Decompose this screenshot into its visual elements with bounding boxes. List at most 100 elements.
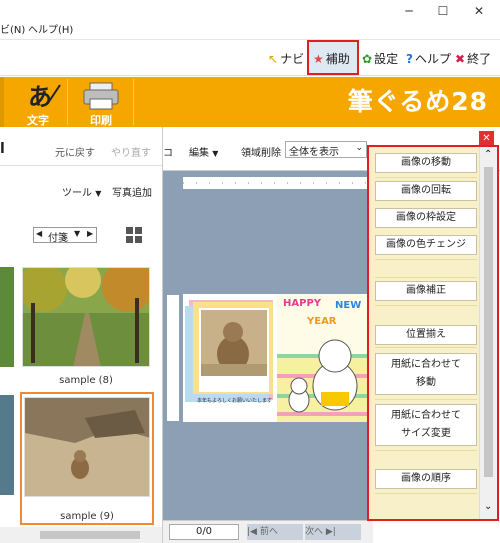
sticky-label: 付箋 [48, 233, 68, 244]
toolbar-divider [67, 79, 68, 125]
menu-item-help[interactable]: ヘルプ(H) [28, 22, 73, 40]
divider [0, 165, 162, 166]
fit-to-paper-resize-button[interactable]: 用紙に合わせて サイズ変更 [375, 404, 477, 446]
hojo-button[interactable]: ★ 補助 [313, 47, 350, 71]
sticky-filter[interactable]: ◀ 付箋 ▼ ▶ [33, 227, 97, 244]
navi-label: ナビ [280, 52, 305, 66]
insatsu-label: 印刷 [90, 114, 112, 127]
undo-button[interactable]: 元に戻す [55, 144, 95, 159]
help-button[interactable]: ? ヘルプ [406, 47, 451, 71]
prev-page-button[interactable]: |◀ 前へ [247, 524, 303, 540]
photo-image [23, 268, 149, 366]
vertical-scrollbar[interactable]: ⌃ ⌄ [479, 147, 497, 519]
photo-image [25, 398, 149, 496]
dropdown-arrow-icon[interactable]: ▼ [74, 229, 80, 238]
separator [375, 177, 477, 178]
separator [375, 305, 477, 306]
hojo-label: 補助 [325, 52, 350, 66]
scrollbar-thumb[interactable] [484, 167, 493, 477]
photo-caption: sample (8) [59, 375, 113, 386]
fit-move-line1: 用紙に合わせて [391, 359, 461, 370]
star-icon: ★ [313, 52, 324, 66]
next-page-button[interactable]: 次へ ▶| [305, 524, 361, 540]
navi-button[interactable]: ↖ ナビ [268, 47, 304, 71]
fit-resize-line1: 用紙に合わせて [391, 410, 461, 421]
dropdown-arrow-icon: ▼ [95, 189, 102, 198]
question-icon: ? [406, 52, 413, 66]
panel-close-icon[interactable]: ✕ [479, 131, 494, 146]
photo-thumbnail[interactable] [22, 267, 150, 367]
dropdown-arrow-icon: ▼ [212, 149, 219, 158]
menu-item-navi[interactable]: ビ(N) [0, 22, 25, 40]
separator [375, 450, 477, 451]
settei-button[interactable]: ✿ 設定 [362, 47, 398, 71]
settei-label: 設定 [374, 52, 399, 66]
separator [375, 277, 477, 278]
ruler-ticks [183, 182, 371, 184]
grid-view-icon[interactable] [126, 227, 143, 244]
cursor-icon: ↖ [268, 52, 279, 66]
image-rotate-button[interactable]: 画像の回転 [375, 181, 477, 201]
add-photo-button[interactable]: 写真追加 [112, 184, 152, 199]
image-order-button[interactable]: 画像の順序 [375, 469, 477, 489]
editing-canvas[interactable]: 本年もよろしくお願いいたします HAPPY NEW YEAR [163, 171, 371, 520]
area-delete-button[interactable]: 領域削除 [241, 144, 281, 159]
insatsu-tool-button[interactable]: 印刷 [73, 77, 129, 127]
maximize-button[interactable]: ☐ [426, 0, 460, 22]
exit-button[interactable]: ✖ 終了 [455, 47, 491, 71]
photo-panel: l 元に戻す やり直す ツール ▼ 写真追加 ◀ 付箋 ▼ ▶ sample (… [0, 127, 163, 543]
edit-menu[interactable]: 編集 ▼ [189, 144, 218, 159]
first-page-icon: |◀ [247, 527, 257, 537]
card-new-text: NEW [335, 300, 362, 311]
app-logo: 筆ぐるめ28 [347, 87, 488, 116]
postcard-page[interactable]: 本年もよろしくお願いいたします HAPPY NEW YEAR [183, 294, 371, 422]
last-page-icon: ▶| [325, 527, 336, 537]
exit-label: 終了 [467, 52, 492, 66]
card-happy-text: HAPPY [283, 298, 322, 309]
image-frame-button[interactable]: 画像の枠設定 [375, 208, 477, 228]
redo-button[interactable]: やり直す [111, 144, 151, 159]
image-color-change-button[interactable]: 画像の色チェンジ [375, 235, 477, 255]
menu-bar: ビ(N) ヘルプ(H) [0, 22, 500, 40]
nenga-illustration[interactable]: HAPPY NEW YEAR [277, 294, 371, 422]
chevron-down-icon[interactable]: ⌄ [484, 501, 492, 512]
maximize-icon: ☐ [437, 4, 449, 18]
page-counter: 0/0 [169, 524, 239, 540]
photo-caption: sample (9) [60, 511, 114, 522]
greeting-text: 本年もよろしくお願いいたします [197, 398, 273, 404]
panel-title: l [0, 141, 5, 157]
tool-label: ツール [62, 188, 92, 199]
minimize-button[interactable]: ─ [392, 0, 426, 22]
help-label: ヘルプ [414, 52, 451, 66]
x-icon: ✖ [455, 52, 466, 66]
tool-menu[interactable]: ツール ▼ [62, 184, 101, 199]
next-label: 次へ [305, 527, 324, 537]
horizontal-scrollbar[interactable] [0, 527, 162, 543]
moji-tool-button[interactable]: あ 文字 [10, 77, 66, 127]
close-icon: ✕ [473, 4, 485, 18]
card-year-text: YEAR [307, 316, 337, 327]
toolbar-edge [0, 77, 4, 127]
lucky-cat-image [277, 294, 371, 422]
title-bar: ─ ☐ ✕ [0, 0, 500, 22]
align-button[interactable]: 位置揃え [375, 325, 477, 345]
separator [375, 259, 477, 260]
image-correction-button[interactable]: 画像補正 [375, 281, 477, 301]
image-tools-panel: 画像の移動 画像の回転 画像の枠設定 画像の色チェンジ 画像補正 位置揃え 用紙… [367, 145, 499, 521]
scrollbar-thumb[interactable] [40, 531, 140, 539]
zoom-value: 全体を表示 [289, 147, 339, 158]
close-button[interactable]: ✕ [462, 0, 496, 22]
fit-move-line2: 移動 [416, 377, 436, 388]
photo-thumbnail[interactable] [24, 397, 150, 497]
separator [375, 399, 477, 400]
fit-to-paper-move-button[interactable]: 用紙に合わせて 移動 [375, 353, 477, 395]
image-move-button[interactable]: 画像の移動 [375, 153, 477, 173]
photo-thumbnail-partial[interactable] [0, 267, 14, 367]
moji-label: 文字 [27, 114, 49, 127]
photo-thumbnail-partial[interactable] [0, 395, 14, 495]
next-arrow-icon[interactable]: ▶ [87, 229, 93, 238]
zoom-select[interactable]: 全体を表示 ⌄ [285, 141, 367, 158]
prev-arrow-icon[interactable]: ◀ [36, 229, 42, 238]
fit-resize-line2: サイズ変更 [401, 428, 451, 439]
chevron-up-icon[interactable]: ⌃ [484, 149, 492, 160]
